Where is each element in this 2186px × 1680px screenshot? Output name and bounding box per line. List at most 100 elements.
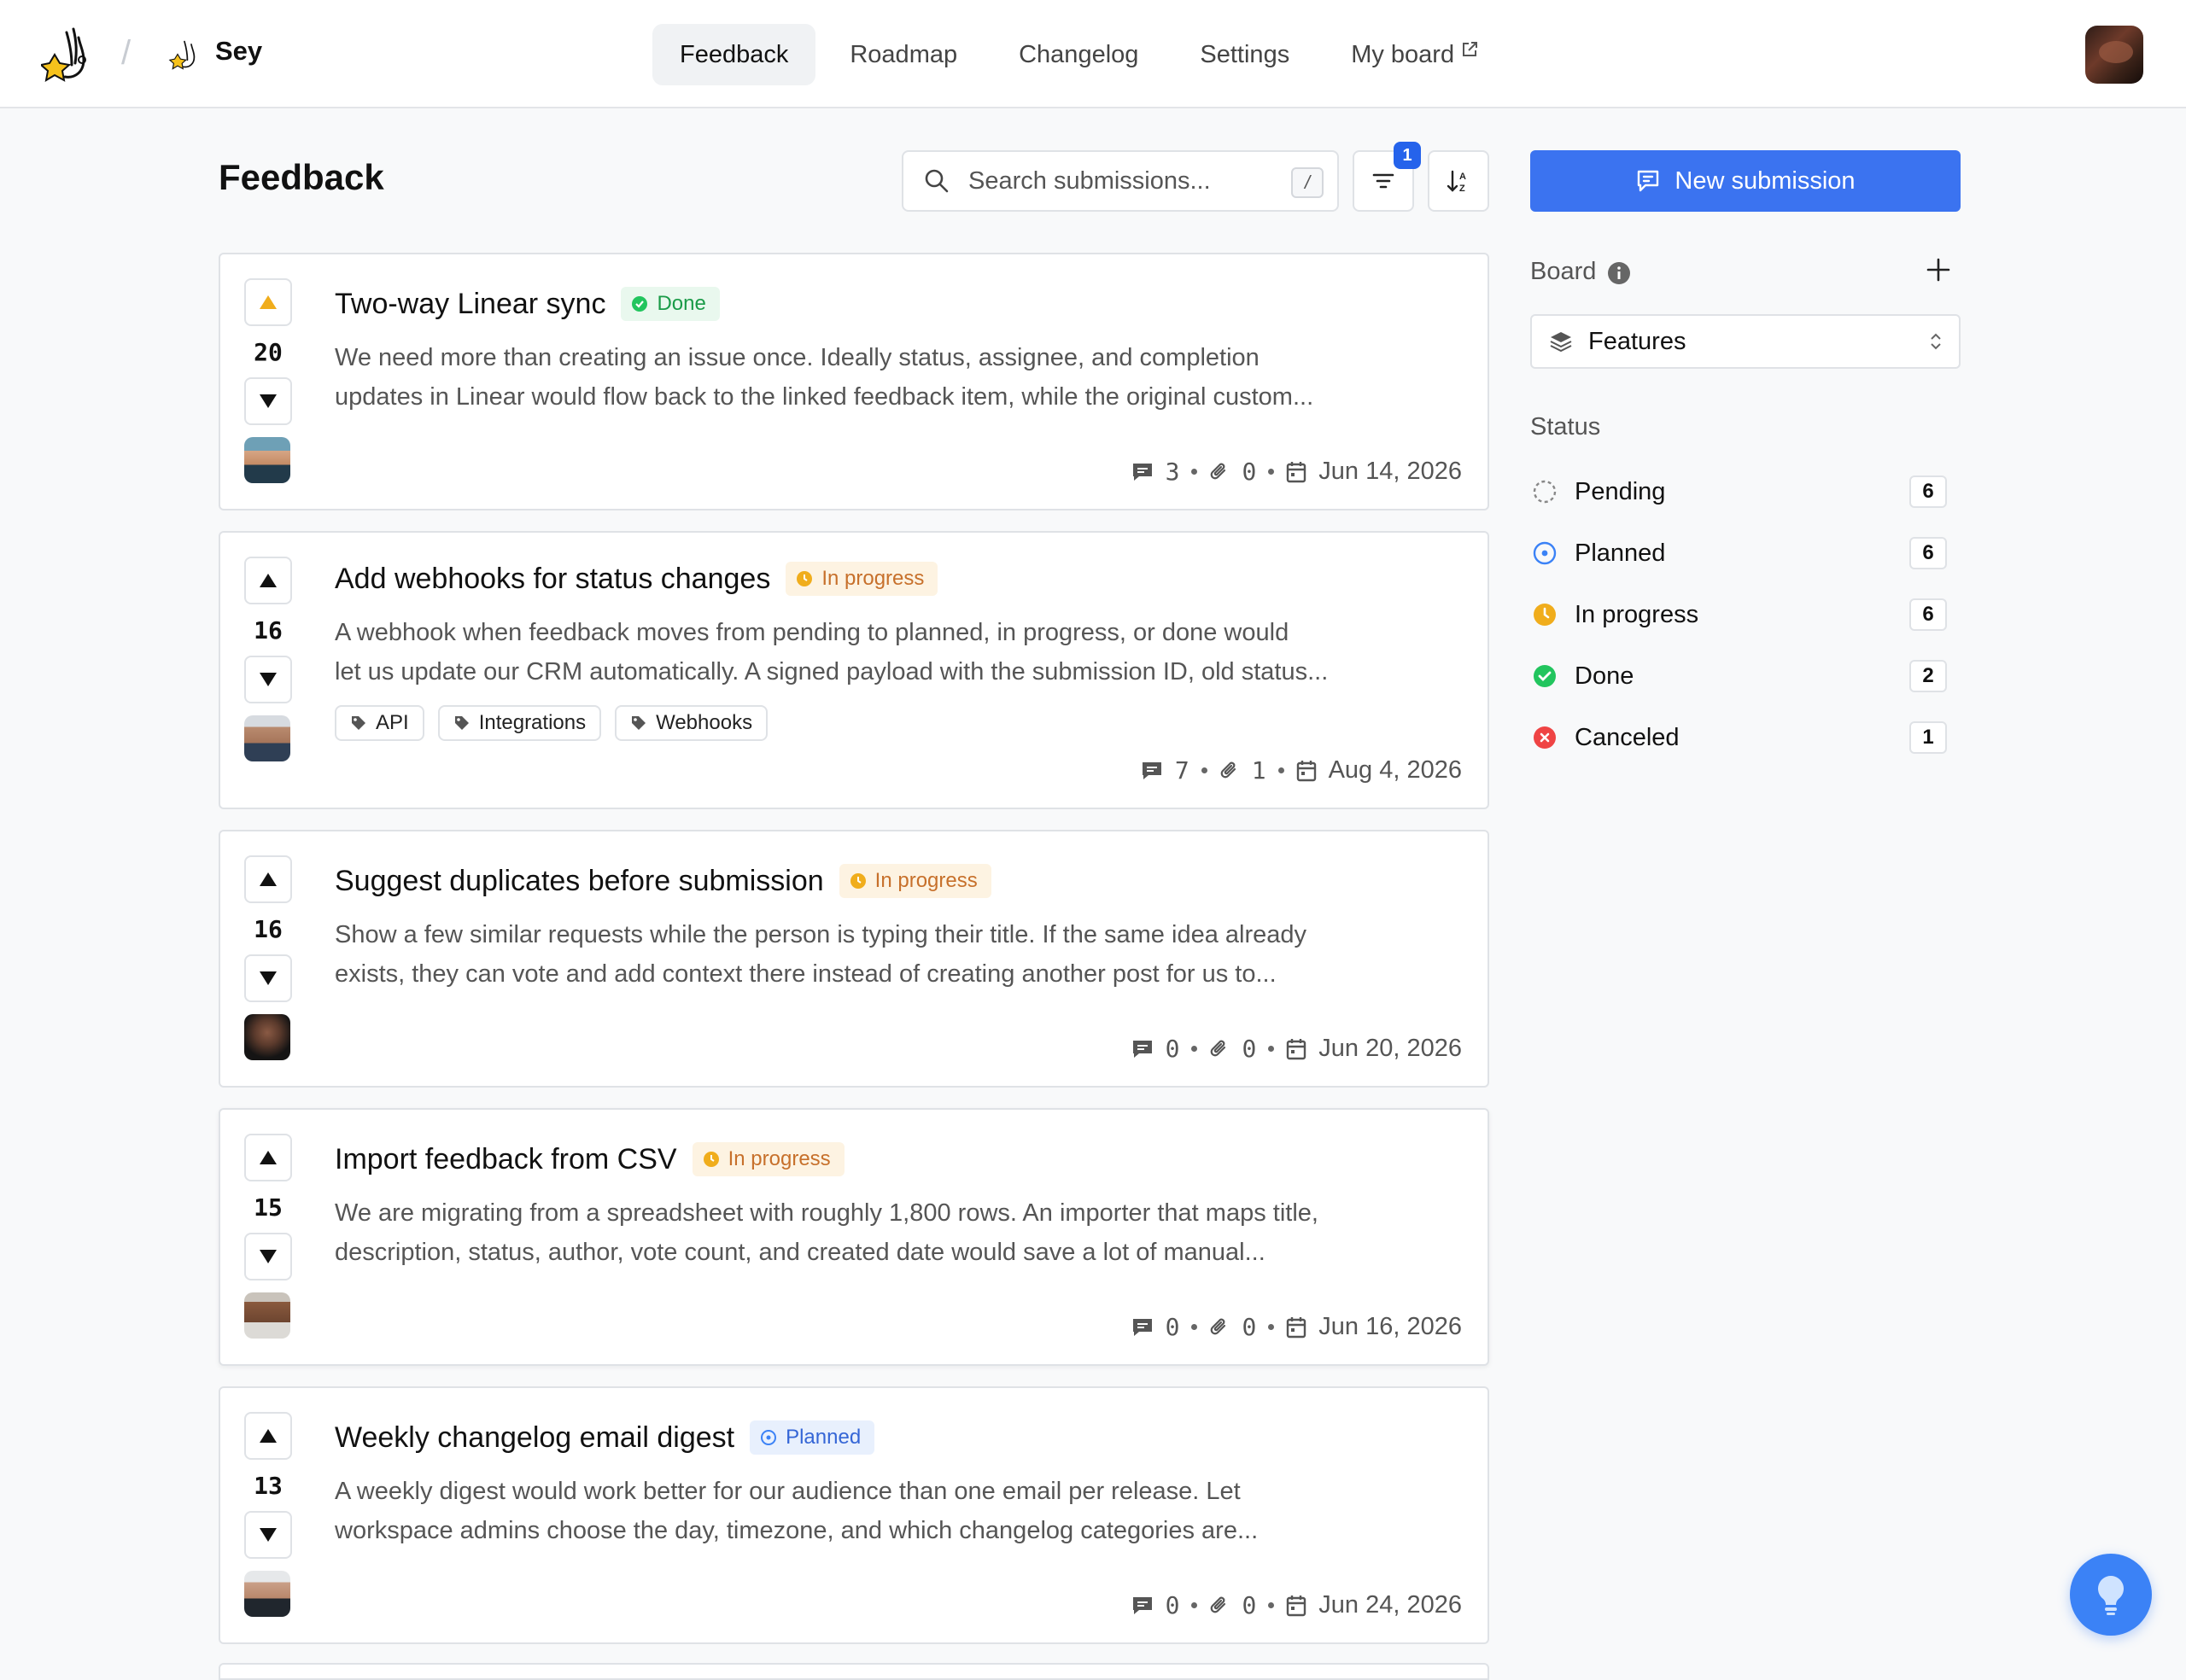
submission-card[interactable]: 15 Import feedback from CSV In progress … [219, 1108, 1489, 1366]
author-avatar[interactable] [244, 715, 290, 761]
meta-separator [1201, 767, 1207, 773]
comment-count: 3 [1165, 458, 1180, 486]
search-placeholder: Search submissions... [968, 166, 1211, 195]
downvote-arrow-icon [260, 971, 277, 985]
submission-card[interactable]: 16 Suggest duplicates before submission … [219, 830, 1489, 1088]
status-filter-planned[interactable]: Planned 6 [1532, 531, 1947, 575]
nav-settings-label: Settings [1200, 40, 1290, 68]
upvote-button[interactable] [244, 1134, 292, 1181]
nav-settings[interactable]: Settings [1172, 24, 1317, 85]
meta-separator [1191, 1324, 1198, 1330]
status-label: In progress [874, 869, 978, 892]
card-header: Import feedback from CSV In progress [335, 1142, 845, 1176]
description-line: description, status, author, vote count,… [335, 1239, 1265, 1266]
main-nav: Feedback Roadmap Changelog Settings My b… [652, 24, 1505, 85]
submission-title[interactable]: Import feedback from CSV [335, 1143, 677, 1176]
author-avatar[interactable] [244, 1292, 290, 1339]
tag-label: Webhooks [656, 711, 753, 734]
status-filter-label: Planned [1575, 539, 1666, 567]
upvote-button[interactable] [244, 855, 292, 903]
card-header: Add webhooks for status changes In progr… [335, 562, 938, 596]
page-title: Feedback [219, 157, 384, 197]
search-input[interactable]: Search submissions... / [902, 150, 1339, 212]
submission-date: Aug 4, 2026 [1328, 756, 1462, 784]
filter-button[interactable]: 1 [1353, 142, 1421, 212]
downvote-button[interactable] [244, 377, 292, 425]
author-avatar[interactable] [244, 437, 290, 483]
submission-description: A webhook when feedback moves from pendi… [335, 613, 1385, 691]
vote-count: 16 [254, 914, 283, 943]
submission-card[interactable]: 20 Two-way Linear sync Done We need more… [219, 253, 1489, 510]
clock-icon [850, 873, 866, 889]
description-line: Show a few similar requests while the pe… [335, 921, 1306, 948]
nav-my-board[interactable]: My board [1324, 24, 1505, 85]
attachment-count: 0 [1242, 1035, 1257, 1063]
nav-feedback[interactable]: Feedback [652, 24, 816, 85]
description-line: workspace admins choose the day, timezon… [335, 1517, 1259, 1544]
submission-title[interactable]: Suggest duplicates before submission [335, 865, 824, 898]
meta-separator [1268, 1046, 1275, 1052]
external-link-icon [1463, 42, 1478, 56]
tag[interactable]: API [335, 705, 424, 741]
status-filter-canceled[interactable]: Canceled 1 [1532, 715, 1947, 760]
info-icon[interactable] [1607, 261, 1631, 285]
svg-text:Z: Z [1459, 184, 1465, 194]
status-filter-pending[interactable]: Pending 6 [1532, 470, 1947, 514]
downvote-button[interactable] [244, 656, 292, 703]
sort-button[interactable]: AZ [1428, 150, 1489, 212]
new-submission-button[interactable]: New submission [1530, 150, 1961, 212]
feedback-widget-button[interactable] [2070, 1554, 2152, 1636]
workspace-name[interactable]: Sey [215, 36, 262, 67]
author-avatar[interactable] [244, 1014, 290, 1060]
filter-icon [1372, 173, 1394, 189]
status-label: In progress [728, 1147, 831, 1170]
downvote-arrow-icon [260, 1528, 277, 1542]
status-badge: In progress [692, 1142, 845, 1176]
meta-separator [1268, 469, 1275, 475]
submission-card[interactable]: 13 Weekly changelog email digest Planned… [219, 1386, 1489, 1644]
nav-roadmap[interactable]: Roadmap [822, 24, 985, 85]
upvote-button[interactable] [244, 557, 292, 604]
status-filter-done[interactable]: Done 2 [1532, 654, 1947, 698]
add-board-icon[interactable] [1925, 256, 1952, 283]
comment-icon [1132, 1040, 1152, 1058]
submission-card-partial[interactable] [219, 1663, 1489, 1680]
vote-control: 16 [244, 557, 292, 703]
author-avatar[interactable] [244, 1571, 290, 1617]
status-badge: Done [621, 287, 720, 321]
vote-control: 20 [244, 278, 292, 425]
app-logo[interactable] [41, 26, 92, 85]
tag[interactable]: Integrations [437, 705, 602, 741]
submission-title[interactable]: Add webhooks for status changes [335, 563, 770, 596]
upvote-button[interactable] [244, 1412, 292, 1460]
submission-date: Jun 24, 2026 [1318, 1591, 1462, 1619]
description-line: updates in Linear would flow back to the… [335, 383, 1314, 411]
submission-title[interactable]: Weekly changelog email digest [335, 1421, 734, 1455]
clock-icon [703, 1152, 719, 1167]
vote-control: 13 [244, 1412, 292, 1559]
upvote-button[interactable] [244, 278, 292, 326]
status-filter-in-progress[interactable]: In progress 6 [1532, 592, 1947, 637]
downvote-button[interactable] [244, 1511, 292, 1559]
canceled-status-icon [1534, 726, 1556, 749]
downvote-button[interactable] [244, 954, 292, 1002]
submission-card[interactable]: 16 Add webhooks for status changes In pr… [219, 531, 1489, 809]
status-count: 6 [1909, 598, 1947, 631]
comment-icon [1132, 463, 1152, 481]
submission-date: Jun 14, 2026 [1318, 458, 1462, 485]
nav-changelog[interactable]: Changelog [991, 24, 1166, 85]
board-select[interactable]: Features [1530, 314, 1961, 369]
comment-count: 0 [1165, 1035, 1180, 1063]
workspace-logo[interactable] [167, 38, 202, 72]
status-label: Planned [786, 1426, 862, 1449]
upvote-arrow-icon [260, 1151, 277, 1164]
submission-title[interactable]: Two-way Linear sync [335, 288, 605, 321]
submission-meta: 3 0 Jun 14, 2026 [1131, 458, 1462, 486]
status-count: 6 [1909, 475, 1947, 508]
tag[interactable]: Webhooks [615, 705, 769, 741]
calendar-icon [1287, 1316, 1306, 1338]
submission-description: A weekly digest would work better for ou… [335, 1472, 1385, 1550]
user-avatar[interactable] [2085, 26, 2143, 84]
chevron-up-down-icon [1931, 333, 1941, 350]
downvote-button[interactable] [244, 1233, 292, 1280]
